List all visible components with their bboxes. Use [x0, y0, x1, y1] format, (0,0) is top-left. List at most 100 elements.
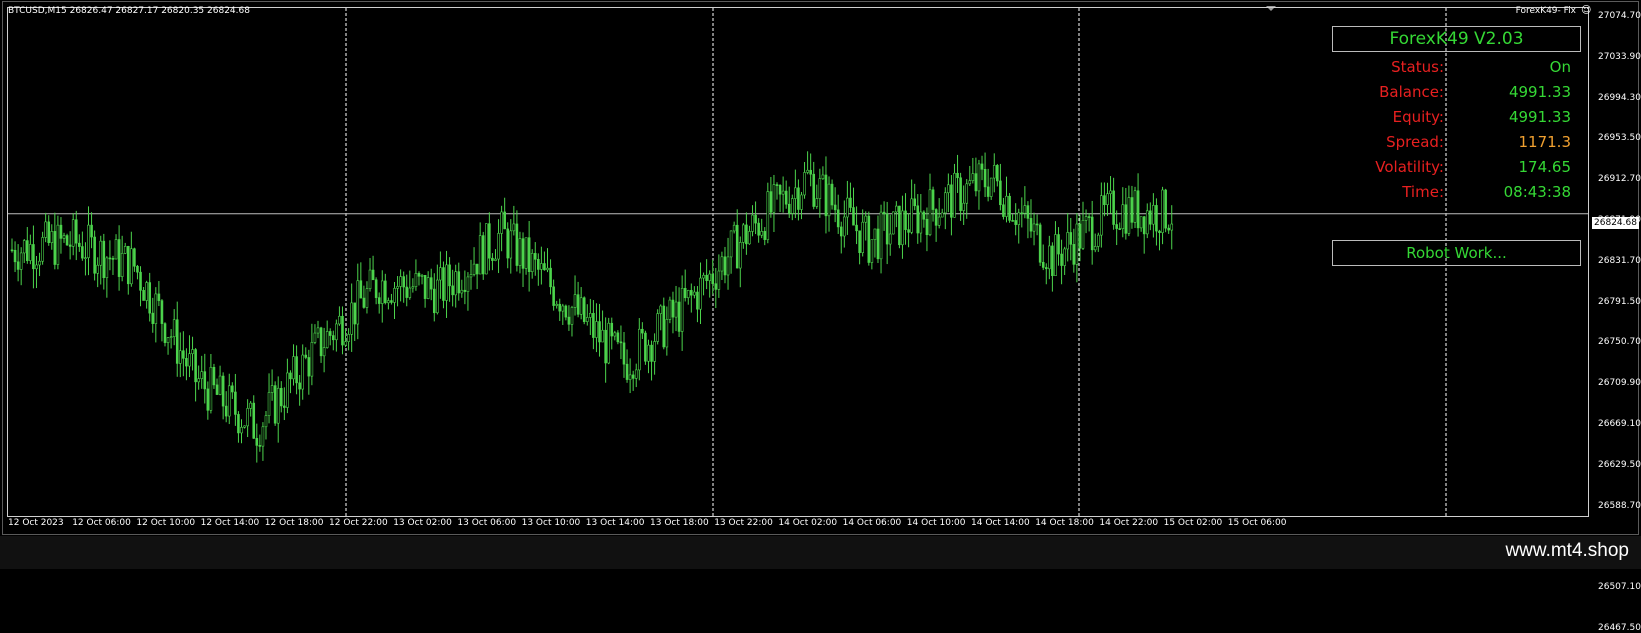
candle-body	[711, 273, 715, 284]
candle-body	[1093, 246, 1097, 251]
candle-body	[1136, 190, 1140, 229]
candle-body	[931, 189, 935, 210]
candle-body	[497, 233, 500, 260]
candle-body	[172, 319, 176, 337]
candle-body	[136, 265, 139, 273]
candle-body	[261, 426, 265, 447]
info-value: On	[1549, 58, 1571, 76]
candle-body	[852, 207, 855, 226]
candle-body	[1035, 223, 1039, 226]
candle-body	[928, 189, 932, 236]
chart-window[interactable]: BTCUSD,M15 26826.47 26827.17 26820.35 26…	[2, 1, 1641, 633]
candle-body	[760, 231, 764, 236]
candle-body	[65, 235, 69, 246]
candle-body	[947, 184, 950, 194]
candle-body	[726, 256, 730, 276]
candle-body	[179, 350, 182, 364]
candle-body	[448, 264, 451, 287]
candle-body	[22, 240, 26, 254]
candle-body	[836, 209, 840, 228]
candle-body	[47, 221, 51, 243]
candle-body	[613, 332, 617, 337]
candle-body	[582, 297, 586, 322]
price-tick-label: 26629.50	[1598, 459, 1641, 470]
candle-body	[1005, 195, 1008, 217]
candle-body	[1054, 234, 1057, 276]
candle-body	[769, 191, 773, 213]
candle-body	[986, 186, 990, 197]
candle-body	[224, 405, 228, 417]
candle-body	[148, 282, 151, 314]
time-tick-label: 12 Oct 14:00	[200, 518, 260, 528]
candle-body	[898, 205, 901, 246]
time-tick-label: 12 Oct 2023	[8, 518, 64, 528]
candle-body	[570, 307, 574, 325]
candle-body	[787, 203, 791, 214]
expert-advisor-label[interactable]: ForexK49- Fix	[1516, 6, 1576, 16]
candle-body	[965, 183, 969, 204]
candle-body	[145, 282, 148, 301]
candle-body	[1130, 197, 1134, 223]
candle-body	[319, 327, 323, 357]
candle-body	[916, 205, 920, 234]
candle-body	[429, 277, 433, 290]
candle-body	[977, 163, 981, 192]
candle-body	[221, 375, 225, 407]
candle-body	[81, 246, 84, 259]
candle-body	[702, 274, 705, 279]
candle-body	[576, 294, 580, 315]
candle-body	[126, 246, 130, 285]
candle-body	[815, 198, 819, 207]
time-tick-label: 13 Oct 02:00	[393, 518, 452, 528]
candle-body	[390, 300, 393, 303]
candle-body	[130, 248, 133, 285]
current-price-label: 26824.68	[1592, 217, 1639, 229]
candle-body	[102, 240, 106, 279]
candle-body	[301, 354, 305, 390]
info-label: Balance:	[1379, 83, 1444, 101]
candle-body	[1087, 216, 1091, 218]
candle-body	[105, 257, 109, 279]
candle-body	[237, 414, 240, 434]
candle-body	[619, 341, 623, 344]
candle-body	[460, 289, 464, 294]
candle-body	[680, 287, 684, 332]
candle-body	[258, 445, 262, 447]
candle-body	[191, 349, 194, 355]
candle-body	[561, 305, 565, 312]
candle-body	[962, 202, 965, 211]
price-tick-label: 27033.90	[1598, 51, 1641, 62]
candle-body	[350, 302, 353, 335]
candle-body	[910, 198, 913, 233]
candle-body	[182, 350, 185, 359]
candle-body	[625, 363, 629, 380]
candle-body	[445, 264, 448, 301]
candle-body	[1158, 230, 1161, 233]
candle-body	[647, 344, 650, 362]
candle-body	[478, 235, 482, 275]
candle-body	[365, 288, 369, 308]
candle-body	[763, 231, 767, 240]
time-tick-label: 13 Oct 10:00	[521, 518, 581, 528]
candle-body	[1017, 212, 1021, 225]
candle-body	[864, 215, 868, 223]
candle-body	[252, 402, 256, 439]
candle-body	[439, 267, 442, 281]
candle-body	[331, 335, 335, 341]
price-tick-label: 26588.70	[1598, 500, 1641, 511]
candle-body	[1048, 245, 1051, 270]
time-tick-label: 12 Oct 06:00	[72, 518, 131, 528]
candle-body	[408, 287, 412, 298]
info-label: Status:	[1391, 58, 1444, 76]
smiley-face-icon[interactable]: ☺	[1581, 6, 1591, 16]
candle-body	[732, 224, 736, 232]
candle-body	[374, 279, 378, 298]
robot-status-box: Robot Work...	[1332, 240, 1581, 266]
candle-body	[533, 253, 537, 260]
candle-body	[509, 230, 513, 259]
candle-body	[748, 231, 751, 245]
candle-body	[806, 169, 809, 173]
candle-body	[1142, 216, 1146, 235]
candle-body	[1020, 212, 1024, 215]
candle-body	[641, 328, 644, 334]
